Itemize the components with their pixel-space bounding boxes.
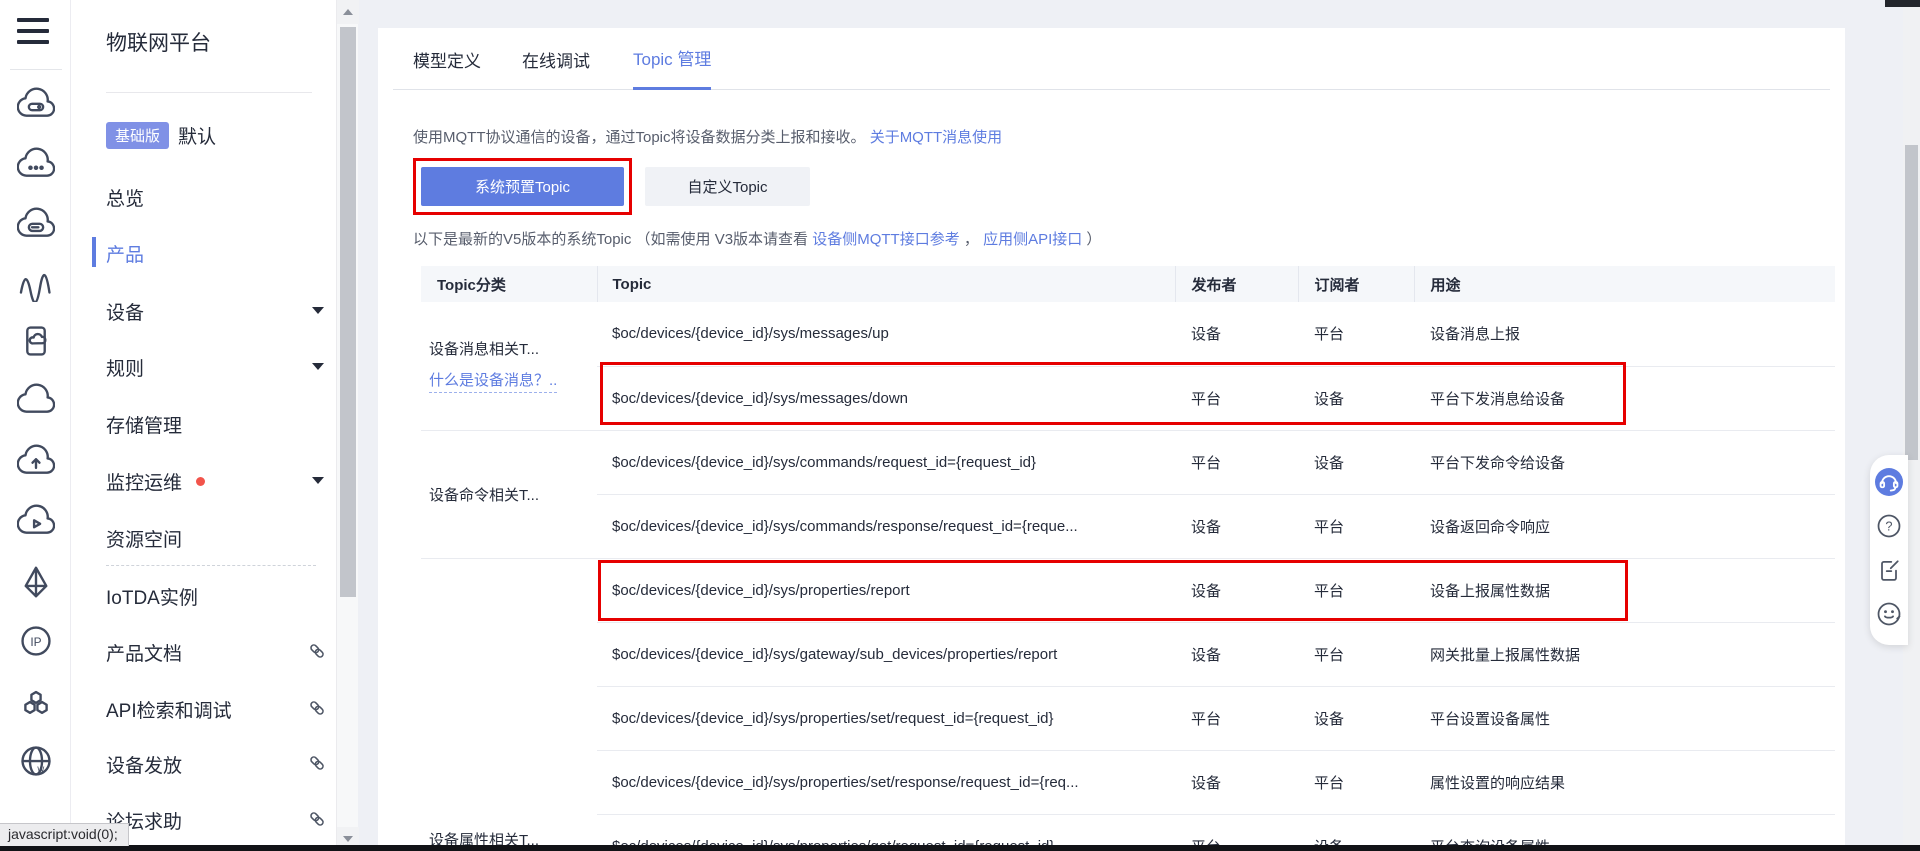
alert-dot — [196, 476, 206, 486]
chevron-down-icon — [312, 363, 324, 370]
intro-text: 使用MQTT协议通信的设备，通过Topic将设备数据分类上报和接收。 关于MQT… — [413, 129, 1003, 146]
scroll-up-button[interactable] — [337, 0, 359, 24]
smiley-feedback-icon[interactable] — [1875, 600, 1903, 628]
sidebar-item-rules[interactable]: 规则 — [106, 354, 328, 380]
chevron-down-icon — [312, 477, 324, 484]
sidebar-title: 物联网平台 — [106, 32, 211, 55]
page-scrollbar[interactable] — [1903, 0, 1920, 851]
table-row: $oc/devices/{device_id}/sys/properties/s… — [421, 749, 1835, 814]
table-header-row: Topic分类 Topic 发布者 订阅者 用途 — [421, 266, 1835, 302]
table-row: 设备消息相关T... 什么是设备消息？.. $oc/devices/{devic… — [421, 302, 1835, 394]
external-link-icon — [308, 699, 326, 717]
table-row: $oc/devices/{device_id}/sys/gateway/sub_… — [421, 621, 1835, 686]
col-header-usage: 用途 — [1413, 266, 1835, 302]
device-cloud-icon[interactable] — [17, 322, 55, 360]
cloud-lines-icon[interactable] — [17, 204, 55, 242]
svg-text:?: ? — [1885, 519, 1892, 534]
what-is-device-message-link[interactable]: 什么是设备消息？.. — [429, 369, 558, 394]
sidebar-item-device-provisioning[interactable]: 设备发放 — [106, 751, 328, 777]
active-item-bar — [92, 237, 96, 267]
table-row: 设备属性相关T... $oc/devices/{device_id}/sys/p… — [421, 557, 1835, 851]
main-content-card: 模型定义 在线调试 Topic 管理 使用MQTT协议通信的设备，通过Topic… — [378, 28, 1845, 851]
cloud-icon[interactable] — [17, 380, 55, 418]
instance-row[interactable]: 基础版 默认 — [106, 122, 216, 149]
scrollbar-thumb[interactable] — [340, 27, 356, 597]
svg-text:w: w — [36, 763, 44, 774]
sidebar: 物联网平台 基础版 默认 总览 产品 设备 规则 存储管理 监控运维 资源空间 … — [71, 0, 336, 851]
sidebar-item-overview[interactable]: 总览 — [106, 184, 328, 210]
device-mqtt-api-link[interactable]: 设备侧MQTT接口参考 — [812, 231, 960, 248]
sidebar-title-divider — [106, 92, 312, 93]
sidebar-item-forum-help[interactable]: 论坛求助 — [106, 807, 328, 833]
ip-circle-icon[interactable]: IP — [17, 622, 55, 660]
bottom-edge-bar — [0, 845, 1920, 851]
sidebar-item-storage[interactable]: 存储管理 — [106, 411, 328, 437]
col-header-subscriber: 订阅者 — [1297, 266, 1414, 302]
prism-icon[interactable] — [17, 563, 55, 601]
waves-icon[interactable] — [17, 264, 55, 302]
sidebar-item-api-explorer[interactable]: API检索和调试 — [106, 696, 328, 722]
table-row: $oc/devices/{device_id}/sys/messages/dow… — [421, 365, 1835, 430]
external-link-icon — [308, 642, 326, 660]
version-note: 以下是最新的V5版本的系统Topic （如需使用 V3版本请查看 设备侧MQTT… — [413, 231, 1102, 248]
sidebar-item-resource-space[interactable]: 资源空间 — [106, 525, 328, 551]
mqtt-usage-link[interactable]: 关于MQTT消息使用 — [870, 129, 1003, 146]
support-headset-icon[interactable] — [1875, 468, 1903, 496]
app-api-link[interactable]: 应用侧API接口 — [983, 231, 1082, 248]
instance-name: 默认 — [178, 127, 217, 148]
sidebar-dashed-divider — [106, 565, 316, 566]
col-header-publisher: 发布者 — [1174, 266, 1298, 302]
cloud-dots-icon[interactable] — [17, 144, 55, 182]
tab-model-definition[interactable]: 模型定义 — [413, 28, 481, 90]
tab-online-debug[interactable]: 在线调试 — [522, 28, 590, 90]
external-link-icon — [308, 754, 326, 772]
group-cell-messages: 设备消息相关T... 什么是设备消息？.. — [421, 302, 597, 430]
topic-type-switch: 系统预置Topic 自定义Topic — [421, 167, 810, 206]
system-topic-table: Topic分类 Topic 发布者 订阅者 用途 设备消息相关T... 什么是设… — [421, 266, 1835, 851]
window-edge — [1885, 0, 1920, 7]
browser-status-bar: javascript:void(0); — [0, 823, 129, 846]
sidebar-item-iotda-instance[interactable]: IoTDA实例 — [106, 583, 328, 609]
cloud-play-icon[interactable] — [17, 501, 55, 539]
help-float-panel: ? — [1870, 455, 1908, 645]
tab-bar: 模型定义 在线调试 Topic 管理 — [393, 28, 1830, 90]
tab-topic-management[interactable]: Topic 管理 — [633, 28, 712, 90]
sidebar-item-devices[interactable]: 设备 — [106, 298, 328, 324]
svg-text:IP: IP — [30, 635, 41, 649]
group-cell-commands: 设备命令相关T... — [421, 429, 597, 558]
scrollbar-thumb[interactable] — [1905, 145, 1918, 460]
hamburger-menu-icon[interactable] — [17, 18, 49, 46]
table-row: $oc/devices/{device_id}/sys/commands/res… — [421, 493, 1835, 558]
feedback-form-icon[interactable] — [1875, 556, 1903, 584]
globe-icon[interactable]: w — [17, 742, 55, 780]
cloud-server-icon[interactable] — [17, 84, 55, 122]
sidebar-item-om[interactable]: 监控运维 — [106, 468, 328, 494]
col-header-topic: Topic — [596, 266, 1175, 302]
hexagons-icon[interactable] — [17, 684, 55, 722]
col-header-topic-category: Topic分类 — [421, 266, 597, 302]
sidebar-scrollbar[interactable] — [336, 0, 359, 851]
system-topic-button[interactable]: 系统预置Topic — [421, 167, 624, 206]
external-link-icon — [308, 810, 326, 828]
chevron-down-icon — [312, 307, 324, 314]
sidebar-item-products[interactable]: 产品 — [106, 240, 328, 266]
custom-topic-button[interactable]: 自定义Topic — [645, 167, 810, 206]
sidebar-item-product-docs[interactable]: 产品文档 — [106, 639, 328, 665]
table-row: $oc/devices/{device_id}/sys/properties/s… — [421, 685, 1835, 750]
group-cell-properties: 设备属性相关T... — [421, 557, 597, 851]
icon-rail: IP w — [0, 0, 71, 851]
edition-badge: 基础版 — [106, 122, 170, 149]
rail-divider — [10, 69, 62, 70]
cloud-upload-icon[interactable] — [17, 441, 55, 479]
table-row: 设备命令相关T... $oc/devices/{device_id}/sys/c… — [421, 429, 1835, 558]
help-question-icon[interactable]: ? — [1875, 512, 1903, 540]
